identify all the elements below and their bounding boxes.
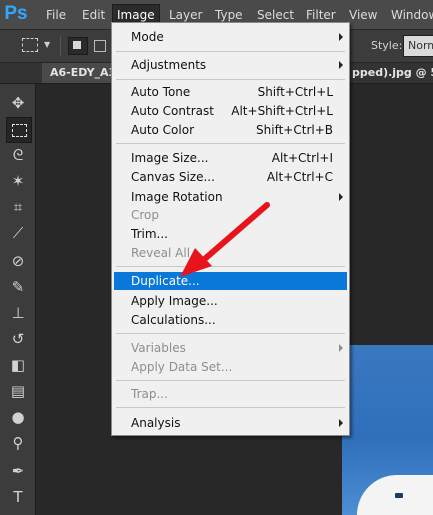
submenu-arrow-icon <box>339 193 343 201</box>
magic-wand-icon[interactable]: ✶ <box>6 169 30 193</box>
brush-icon[interactable]: ✎ <box>6 275 30 299</box>
new-selection-button[interactable] <box>68 37 88 55</box>
crop-icon[interactable]: ⌗ <box>6 195 30 219</box>
chevron-down-icon[interactable]: ▼ <box>44 40 50 49</box>
menu-item-variables: Variables <box>112 339 349 357</box>
style-label: Style: <box>371 39 403 52</box>
menu-item-trim[interactable]: Trim... <box>112 225 349 243</box>
menu-item-canvas-size[interactable]: Canvas Size... Alt+Ctrl+C <box>112 168 349 186</box>
marquee-icon[interactable] <box>6 117 32 143</box>
shortcut: Shift+Ctrl+B <box>256 123 333 137</box>
menu-item-duplicate[interactable]: Duplicate... <box>114 272 347 290</box>
menu-item-adjustments[interactable]: Adjustments <box>112 56 349 74</box>
menu-window[interactable]: Window <box>387 5 433 25</box>
move-icon[interactable]: ✥ <box>6 91 30 115</box>
pen-icon[interactable]: ✒ <box>6 459 30 483</box>
submenu-arrow-icon <box>339 419 343 427</box>
menu-separator <box>116 79 345 80</box>
menu-item-image-rotation[interactable]: Image Rotation <box>112 188 349 206</box>
history-brush-icon[interactable]: ↺ <box>6 327 30 351</box>
menu-separator <box>116 407 345 408</box>
menu-item-apply-data-set: Apply Data Set... <box>131 360 233 374</box>
menu-separator <box>116 143 345 144</box>
document-image[interactable] <box>342 345 433 515</box>
menu-item-auto-tone[interactable]: Auto Tone Shift+Ctrl+L <box>112 83 349 101</box>
image-menu-dropdown: Mode Adjustments Auto Tone Shift+Ctrl+L … <box>111 22 350 436</box>
menu-item-mode[interactable]: Mode <box>112 28 349 46</box>
gradient-icon[interactable]: ▤ <box>6 379 30 403</box>
shortcut: Alt+Ctrl+I <box>271 151 333 165</box>
menu-separator <box>116 51 345 52</box>
style-select[interactable]: Norm <box>403 35 433 57</box>
healing-brush-icon[interactable]: ⊘ <box>6 249 30 273</box>
marquee-preset-icon[interactable] <box>22 38 38 52</box>
menu-item-crop: Crop <box>131 208 160 222</box>
menu-item-analysis[interactable]: Analysis <box>112 414 349 432</box>
dodge-icon[interactable]: ⚲ <box>6 431 30 455</box>
menu-item-calculations[interactable]: Calculations... <box>112 311 349 329</box>
airplane-graphic <box>357 475 433 515</box>
eraser-icon[interactable]: ◧ <box>6 353 30 377</box>
add-selection-button[interactable] <box>94 40 106 52</box>
submenu-arrow-icon <box>339 344 343 352</box>
menu-file[interactable]: File <box>42 5 70 25</box>
menu-item-auto-color[interactable]: Auto Color Shift+Ctrl+B <box>112 121 349 139</box>
menu-item-trap: Trap... <box>131 387 168 401</box>
document-tab-title[interactable]: pped).jpg @ 50 <box>350 63 433 83</box>
lasso-icon[interactable]: ᘓ <box>6 143 30 167</box>
clone-stamp-icon[interactable]: ⊥ <box>6 301 30 325</box>
cockpit-window <box>395 493 403 498</box>
submenu-arrow-icon <box>339 33 343 41</box>
eyedropper-icon[interactable]: ⟋ <box>6 221 30 245</box>
menu-separator <box>116 333 345 334</box>
submenu-arrow-icon <box>339 61 343 69</box>
type-icon[interactable]: T <box>6 485 30 509</box>
shortcut: Shift+Ctrl+L <box>257 85 333 99</box>
menu-edit[interactable]: Edit <box>78 5 109 25</box>
menu-item-apply-image[interactable]: Apply Image... <box>112 292 349 310</box>
tools-panel: » ✥ ᘓ ✶ ⌗ ⟋ ⊘ ✎ ⊥ ↺ ◧ ▤ ● ⚲ ✒ T <box>0 63 39 515</box>
menu-item-reveal-all: Reveal All <box>131 246 191 260</box>
divider <box>60 36 61 56</box>
photoshop-logo: Ps <box>4 3 28 24</box>
menu-item-auto-contrast[interactable]: Auto Contrast Alt+Shift+Ctrl+L <box>112 102 349 120</box>
menu-item-image-size[interactable]: Image Size... Alt+Ctrl+I <box>112 149 349 167</box>
shortcut: Alt+Shift+Ctrl+L <box>231 104 333 118</box>
menu-separator <box>116 266 345 267</box>
menu-separator <box>116 380 345 381</box>
menu-view[interactable]: View <box>345 5 381 25</box>
blur-icon[interactable]: ● <box>6 405 30 429</box>
shortcut: Alt+Ctrl+C <box>266 170 333 184</box>
